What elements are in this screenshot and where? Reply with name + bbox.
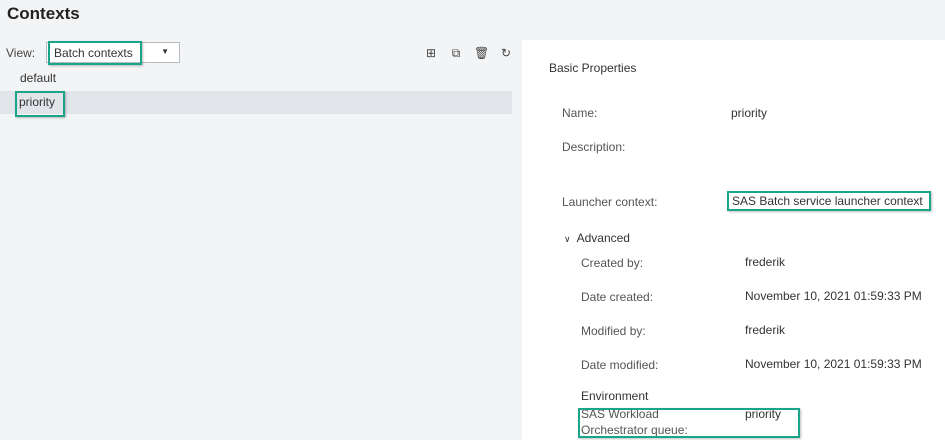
new-icon[interactable]: ⊞ bbox=[424, 46, 438, 61]
description-label: Description: bbox=[562, 140, 626, 154]
advanced-label: Advanced bbox=[576, 231, 630, 245]
created-by-label: Created by: bbox=[581, 256, 644, 270]
date-modified-value: November 10, 2021 01:59:33 PM bbox=[745, 357, 922, 371]
name-label: Name: bbox=[562, 106, 598, 120]
advanced-toggle[interactable]: ∨ Advanced bbox=[564, 231, 630, 245]
page-title: Contexts bbox=[7, 4, 80, 23]
view-label: View: bbox=[6, 46, 36, 60]
date-created-label: Date created: bbox=[581, 290, 654, 304]
launcher-label: Launcher context: bbox=[562, 195, 658, 209]
modified-by-label: Modified by: bbox=[581, 324, 646, 338]
chevron-down-icon: ∨ bbox=[564, 234, 571, 244]
dropdown-arrow-icon: ▼ bbox=[161, 47, 169, 56]
refresh-icon[interactable]: ↻ bbox=[499, 46, 513, 61]
date-created-value: November 10, 2021 01:59:33 PM bbox=[745, 289, 922, 303]
section-title: Basic Properties bbox=[549, 61, 637, 75]
highlight-box bbox=[48, 41, 142, 65]
list-item-priority[interactable]: priority bbox=[0, 91, 512, 114]
properties-panel: Basic Properties Name: priority Descript… bbox=[522, 40, 945, 440]
highlight-box bbox=[15, 91, 65, 117]
contexts-list-panel: View: Batch contexts ▼ ⊞ ⧉ 🗑 ↻ default p… bbox=[0, 40, 520, 440]
highlight-box bbox=[578, 408, 800, 438]
copy-icon[interactable]: ⧉ bbox=[449, 46, 463, 61]
highlight-box bbox=[727, 191, 931, 211]
date-modified-label: Date modified: bbox=[581, 358, 659, 372]
list-item-default[interactable]: default bbox=[0, 67, 512, 90]
environment-heading: Environment bbox=[581, 389, 649, 403]
modified-by-value: frederik bbox=[745, 323, 786, 337]
name-value: priority bbox=[731, 106, 768, 120]
delete-icon[interactable]: 🗑 bbox=[474, 46, 489, 61]
created-by-value: frederik bbox=[745, 255, 786, 269]
